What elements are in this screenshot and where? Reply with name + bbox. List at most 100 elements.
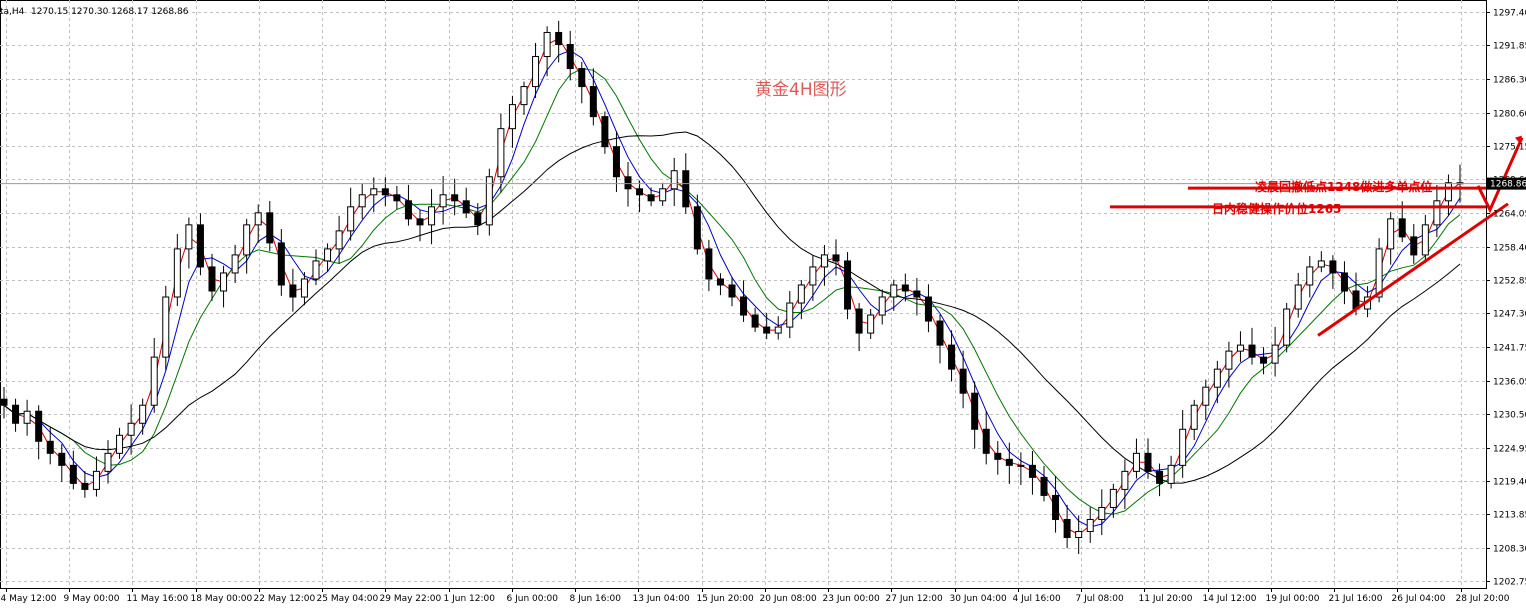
candle-body xyxy=(1410,236,1418,256)
candle-body xyxy=(1156,470,1164,484)
time-tick-label: 1 Jun 12:00 xyxy=(444,594,496,604)
candle-body xyxy=(508,104,516,130)
price-tick-label: 1275.15 xyxy=(1493,143,1526,153)
price-tick-label: 1291.85 xyxy=(1493,42,1526,52)
candle-body xyxy=(1109,488,1117,508)
time-tick-label: 19 Jul 00:00 xyxy=(1266,594,1320,604)
candle-body xyxy=(763,326,771,334)
candle-body xyxy=(46,440,54,454)
candle-body xyxy=(1283,308,1291,346)
time-tick-label: 28 Jul 20:00 xyxy=(1456,594,1510,604)
candle-body xyxy=(81,482,89,490)
candle-body xyxy=(1167,464,1175,484)
candle-body xyxy=(809,266,817,286)
time-tick-label: 18 May 00:00 xyxy=(191,594,253,604)
candle-body xyxy=(693,206,701,250)
price-tick-label: 1236.05 xyxy=(1493,378,1526,388)
candle-body xyxy=(716,278,724,286)
price-tick-label: 1208.30 xyxy=(1493,545,1526,555)
price-tick-label: 1258.40 xyxy=(1493,244,1526,254)
time-tick-label: 23 Jun 00:00 xyxy=(823,594,880,604)
candle-body xyxy=(185,224,193,250)
annotation-steady-level: 日内稳健操作价位1265 xyxy=(1212,201,1341,216)
candle-body xyxy=(820,254,828,268)
candle-body xyxy=(994,452,1002,460)
candle-body xyxy=(1260,356,1268,364)
candle-body xyxy=(844,260,852,310)
candle-body xyxy=(890,284,898,298)
candle-body xyxy=(855,308,863,334)
candle-body xyxy=(1421,224,1429,256)
candle-body xyxy=(1098,506,1106,520)
candle-body xyxy=(566,43,574,70)
candle-body xyxy=(1306,266,1314,286)
candle-body xyxy=(393,194,401,202)
candle-body xyxy=(381,188,389,196)
candle-body xyxy=(612,146,620,178)
time-tick-label: 4 May 12:00 xyxy=(1,594,57,604)
candle-body xyxy=(1398,218,1406,238)
time-tick-label: 9 May 00:00 xyxy=(64,594,120,604)
time-tick-label: 22 May 12:00 xyxy=(254,594,316,604)
candle-body xyxy=(1236,344,1244,352)
time-tick-label: 25 May 04:00 xyxy=(317,594,379,604)
candle-body xyxy=(231,254,239,274)
candle-body xyxy=(728,284,736,298)
time-tick-label: 13 Jun 04:00 xyxy=(633,594,690,604)
candle-body xyxy=(936,320,944,346)
time-tick-label: 11 Jul 20:00 xyxy=(1139,594,1193,604)
candle-body xyxy=(289,284,297,298)
time-axis: 4 May 12:00 9 May 00:00 11 May 16:00 18 May… xyxy=(1,588,1510,604)
price-axis: 1297.401291.851286.301280.601275.151269.… xyxy=(1486,9,1526,588)
candle-body xyxy=(1040,476,1048,496)
price-tick-label: 1264.05 xyxy=(1493,210,1526,220)
candle-body xyxy=(58,452,66,466)
candle-body xyxy=(832,254,840,262)
price-tick-label: 1241.75 xyxy=(1493,344,1526,354)
candle-body xyxy=(23,410,31,424)
candle-body xyxy=(208,266,216,292)
time-tick-label: 21 Jul 16:00 xyxy=(1329,594,1383,604)
candle-body xyxy=(1225,350,1233,370)
candle-body xyxy=(497,128,505,178)
candle-body xyxy=(462,200,470,214)
time-tick-label: 8 Jun 16:00 xyxy=(570,594,622,604)
candle-body xyxy=(358,194,366,208)
price-chart[interactable]: 1297.401291.851286.301280.601275.151269.… xyxy=(0,0,1526,608)
candle-body xyxy=(1132,452,1140,472)
candle-body xyxy=(312,260,320,280)
candle-body xyxy=(12,404,20,424)
candle-body xyxy=(751,314,759,328)
time-tick-label: 27 Jun 12:00 xyxy=(886,594,943,604)
candle-body xyxy=(959,368,967,394)
candle-body xyxy=(948,344,956,370)
candle-body xyxy=(173,248,181,298)
chart-window: 1297.401291.851286.301280.601275.151269.… xyxy=(0,0,1526,608)
candle-body xyxy=(520,86,528,106)
candle-body xyxy=(220,272,228,292)
candle-body xyxy=(1017,464,1025,467)
candle-body xyxy=(1052,494,1060,520)
candle-body xyxy=(324,248,332,262)
candle-body xyxy=(1190,404,1198,430)
candle-body xyxy=(682,170,690,208)
price-tick-label: 1213.85 xyxy=(1493,511,1526,521)
candle-body xyxy=(266,212,274,244)
candle-body xyxy=(300,278,308,298)
time-tick-label: 29 May 22:00 xyxy=(380,594,442,604)
candle-body xyxy=(670,170,678,190)
candle-body xyxy=(277,242,285,286)
price-tick-label: 1286.30 xyxy=(1493,76,1526,86)
time-tick-label: 20 Jun 08:00 xyxy=(760,594,817,604)
candle-body xyxy=(1121,470,1129,490)
candle-body xyxy=(196,224,204,268)
price-tick-label: 1252.85 xyxy=(1493,277,1526,287)
annotation-entry-long: 凌晨回撤低点1248做进多单点位 xyxy=(1255,179,1432,194)
candle-body xyxy=(254,212,262,226)
candle-body xyxy=(416,218,424,226)
candle-body xyxy=(1329,260,1337,274)
candle-body xyxy=(532,56,540,88)
candle-body xyxy=(243,224,251,256)
candle-body xyxy=(1387,218,1395,250)
candle-body xyxy=(1248,344,1256,358)
